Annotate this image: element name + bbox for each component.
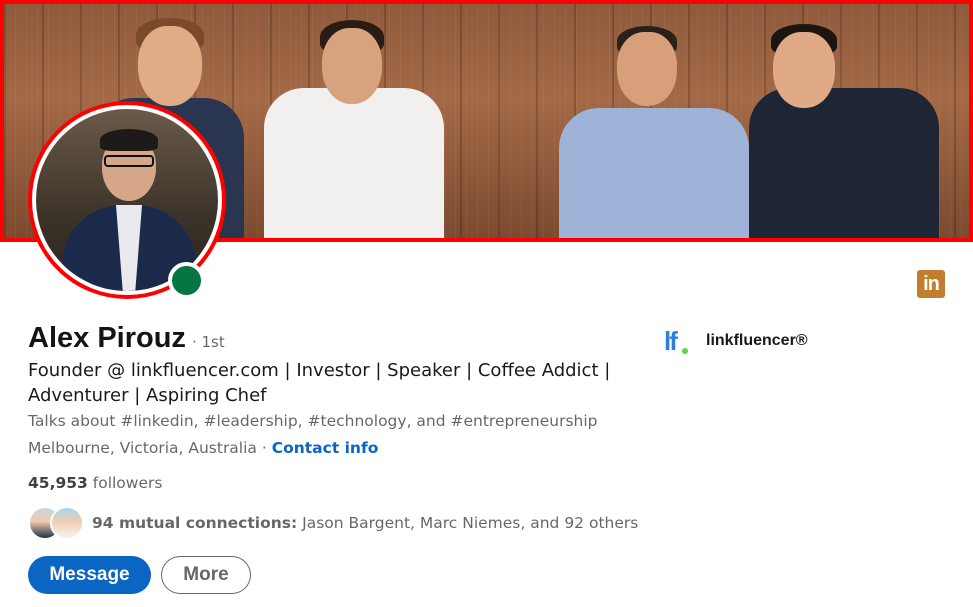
followers-label: followers xyxy=(87,474,163,492)
location-row: Melbourne, Victoria, Australia · Contact… xyxy=(28,439,378,457)
location-separator: · xyxy=(256,439,272,457)
cover-person xyxy=(749,12,949,238)
connection-degree: · 1st xyxy=(191,333,225,351)
more-button[interactable]: More xyxy=(161,556,251,594)
followers-number: 45,953 xyxy=(28,474,88,492)
message-button[interactable]: Message xyxy=(28,556,151,594)
location-text: Melbourne, Victoria, Australia xyxy=(28,439,257,457)
contact-info-link[interactable]: Contact info xyxy=(272,439,379,457)
current-company[interactable]: lf linkfluencer® xyxy=(664,326,808,356)
profile-headline: Founder @ linkfluencer.com | Investor | … xyxy=(28,360,611,406)
company-logo-text: lf xyxy=(664,326,678,356)
talks-about: Talks about #linkedin, #leadership, #tec… xyxy=(28,412,598,430)
followers-count[interactable]: 45,953 followers xyxy=(28,474,162,492)
mutual-avatar xyxy=(50,506,84,540)
cover-person xyxy=(559,12,749,238)
company-logo-dot xyxy=(682,348,688,354)
online-status-icon xyxy=(168,262,205,299)
mutual-connections-text: 94 mutual connections: Jason Bargent, Ma… xyxy=(92,514,638,532)
linkedin-icon[interactable]: in xyxy=(917,270,945,298)
name-row: Alex Pirouz · 1st xyxy=(28,322,225,355)
mutual-avatars xyxy=(28,506,84,540)
profile-name: Alex Pirouz xyxy=(28,322,186,354)
mutual-connections-names: Jason Bargent, Marc Niemes, and 92 other… xyxy=(297,514,639,532)
mutual-connections-count: 94 mutual connections: xyxy=(92,514,298,532)
cover-person xyxy=(254,12,444,238)
linkfluencer-logo: lf xyxy=(664,326,692,356)
company-name: linkfluencer® xyxy=(706,332,808,349)
mutual-connections[interactable]: 94 mutual connections: Jason Bargent, Ma… xyxy=(28,506,638,540)
